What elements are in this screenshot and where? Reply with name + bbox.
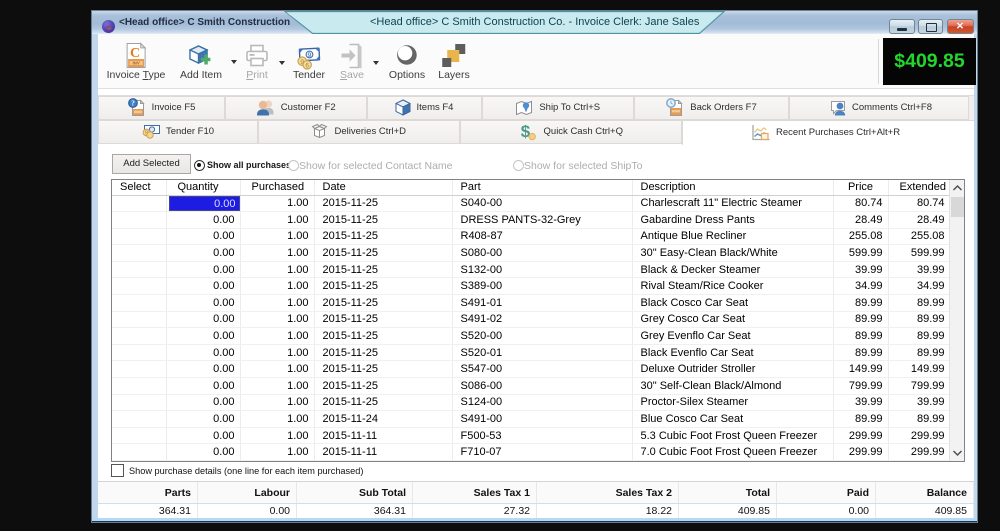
svg-text:?: ? [131,99,135,108]
svg-text:C: C [130,46,140,61]
svg-text:INV: INV [132,61,139,66]
